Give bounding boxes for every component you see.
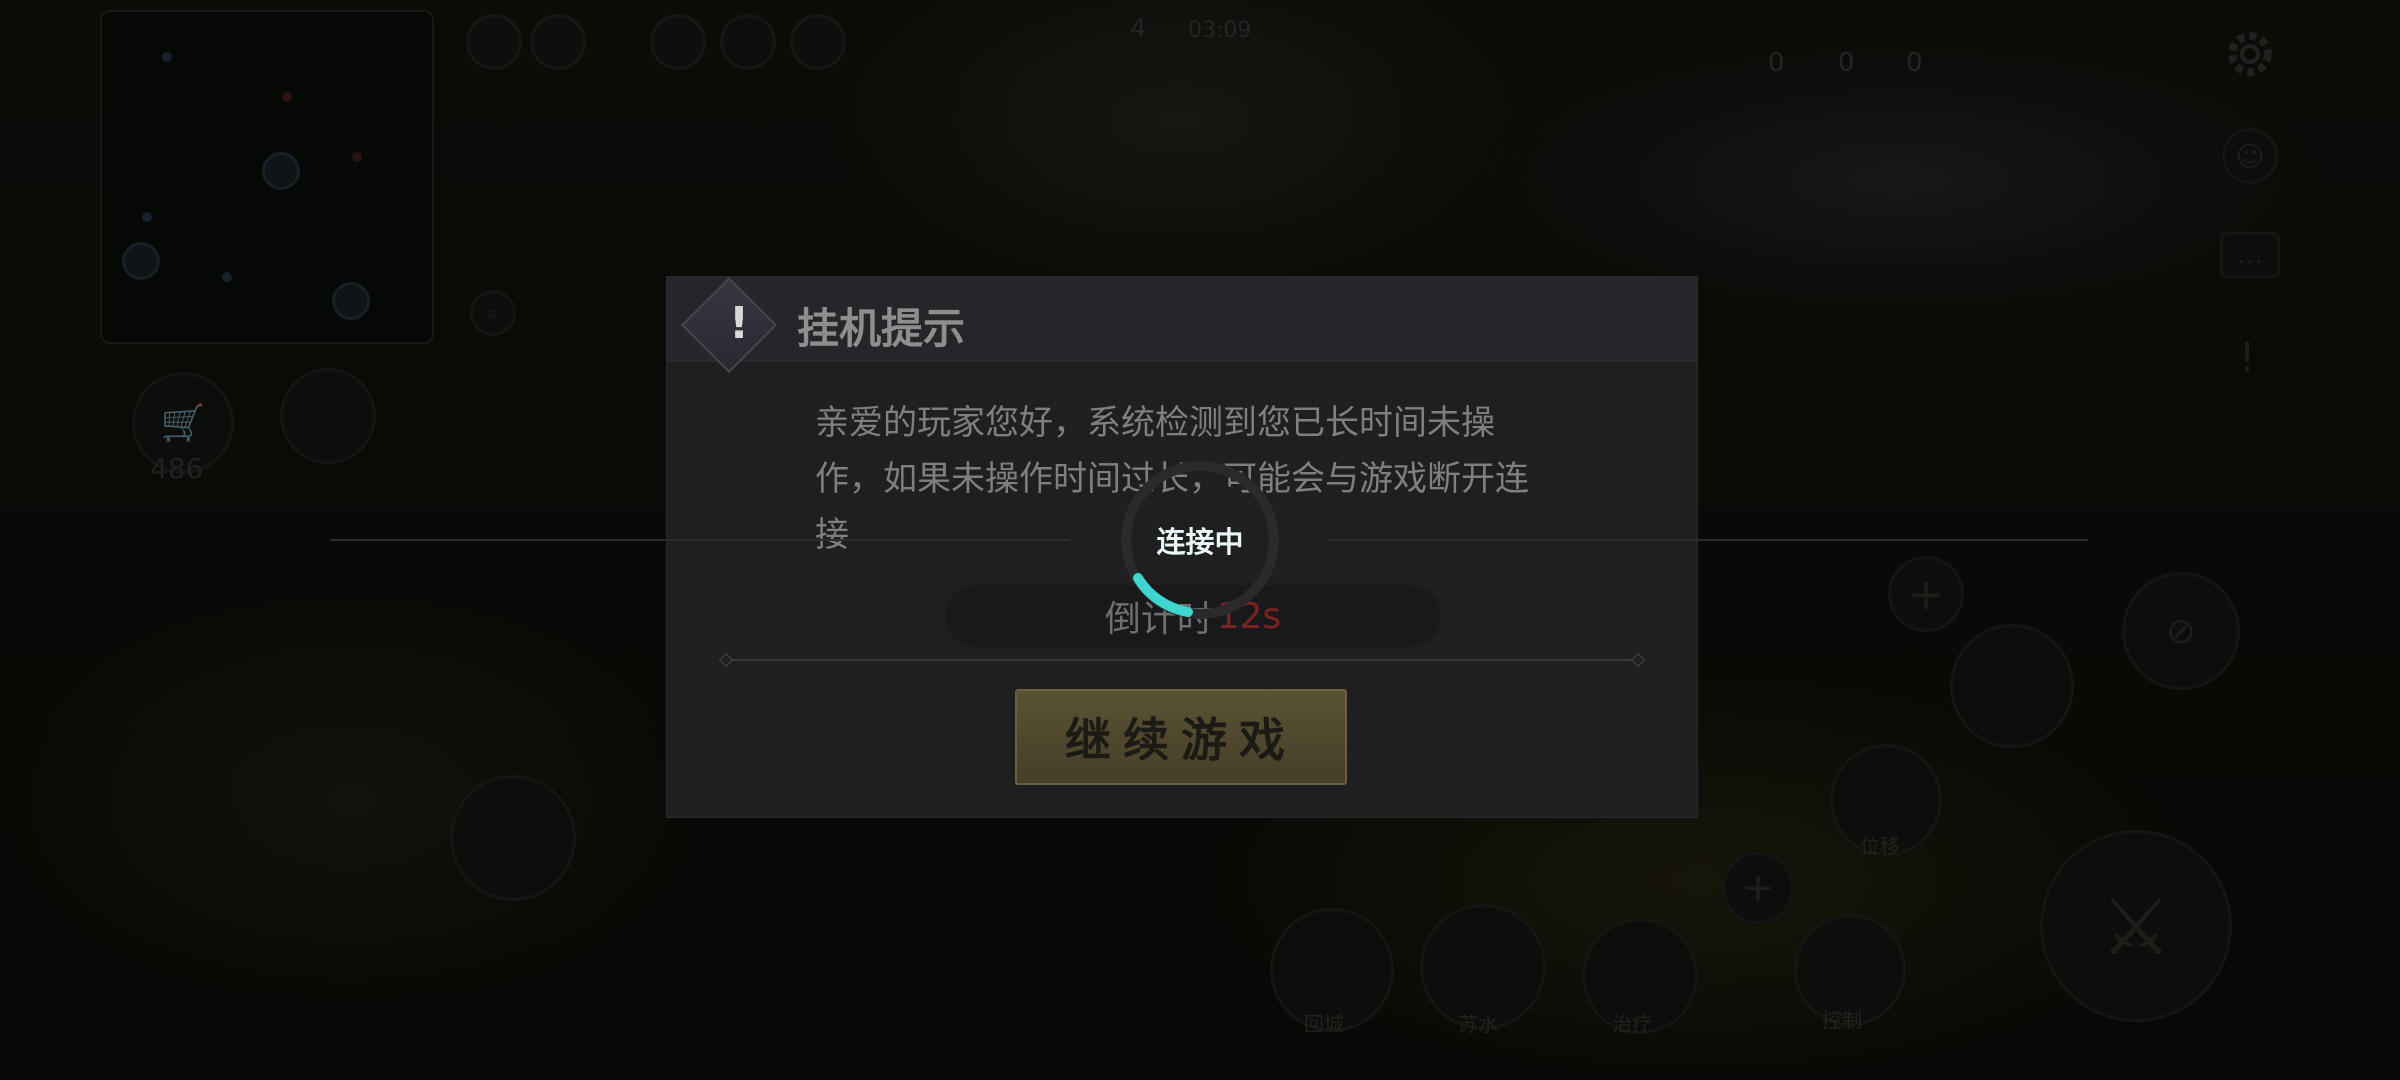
loader-line-right (1328, 539, 2088, 541)
loader-line-left (330, 539, 1070, 541)
connecting-label: 连接中 (1156, 525, 1244, 559)
dialog-title: 挂机提示 (797, 304, 966, 353)
connecting-spinner: 连接中 (1120, 460, 1280, 620)
warning-icon: ! (728, 297, 750, 349)
dialog-header: ! 挂机提示 (667, 276, 1697, 374)
dialog-divider (727, 659, 1637, 661)
continue-game-button[interactable]: 继续游戏 (1015, 689, 1347, 785)
